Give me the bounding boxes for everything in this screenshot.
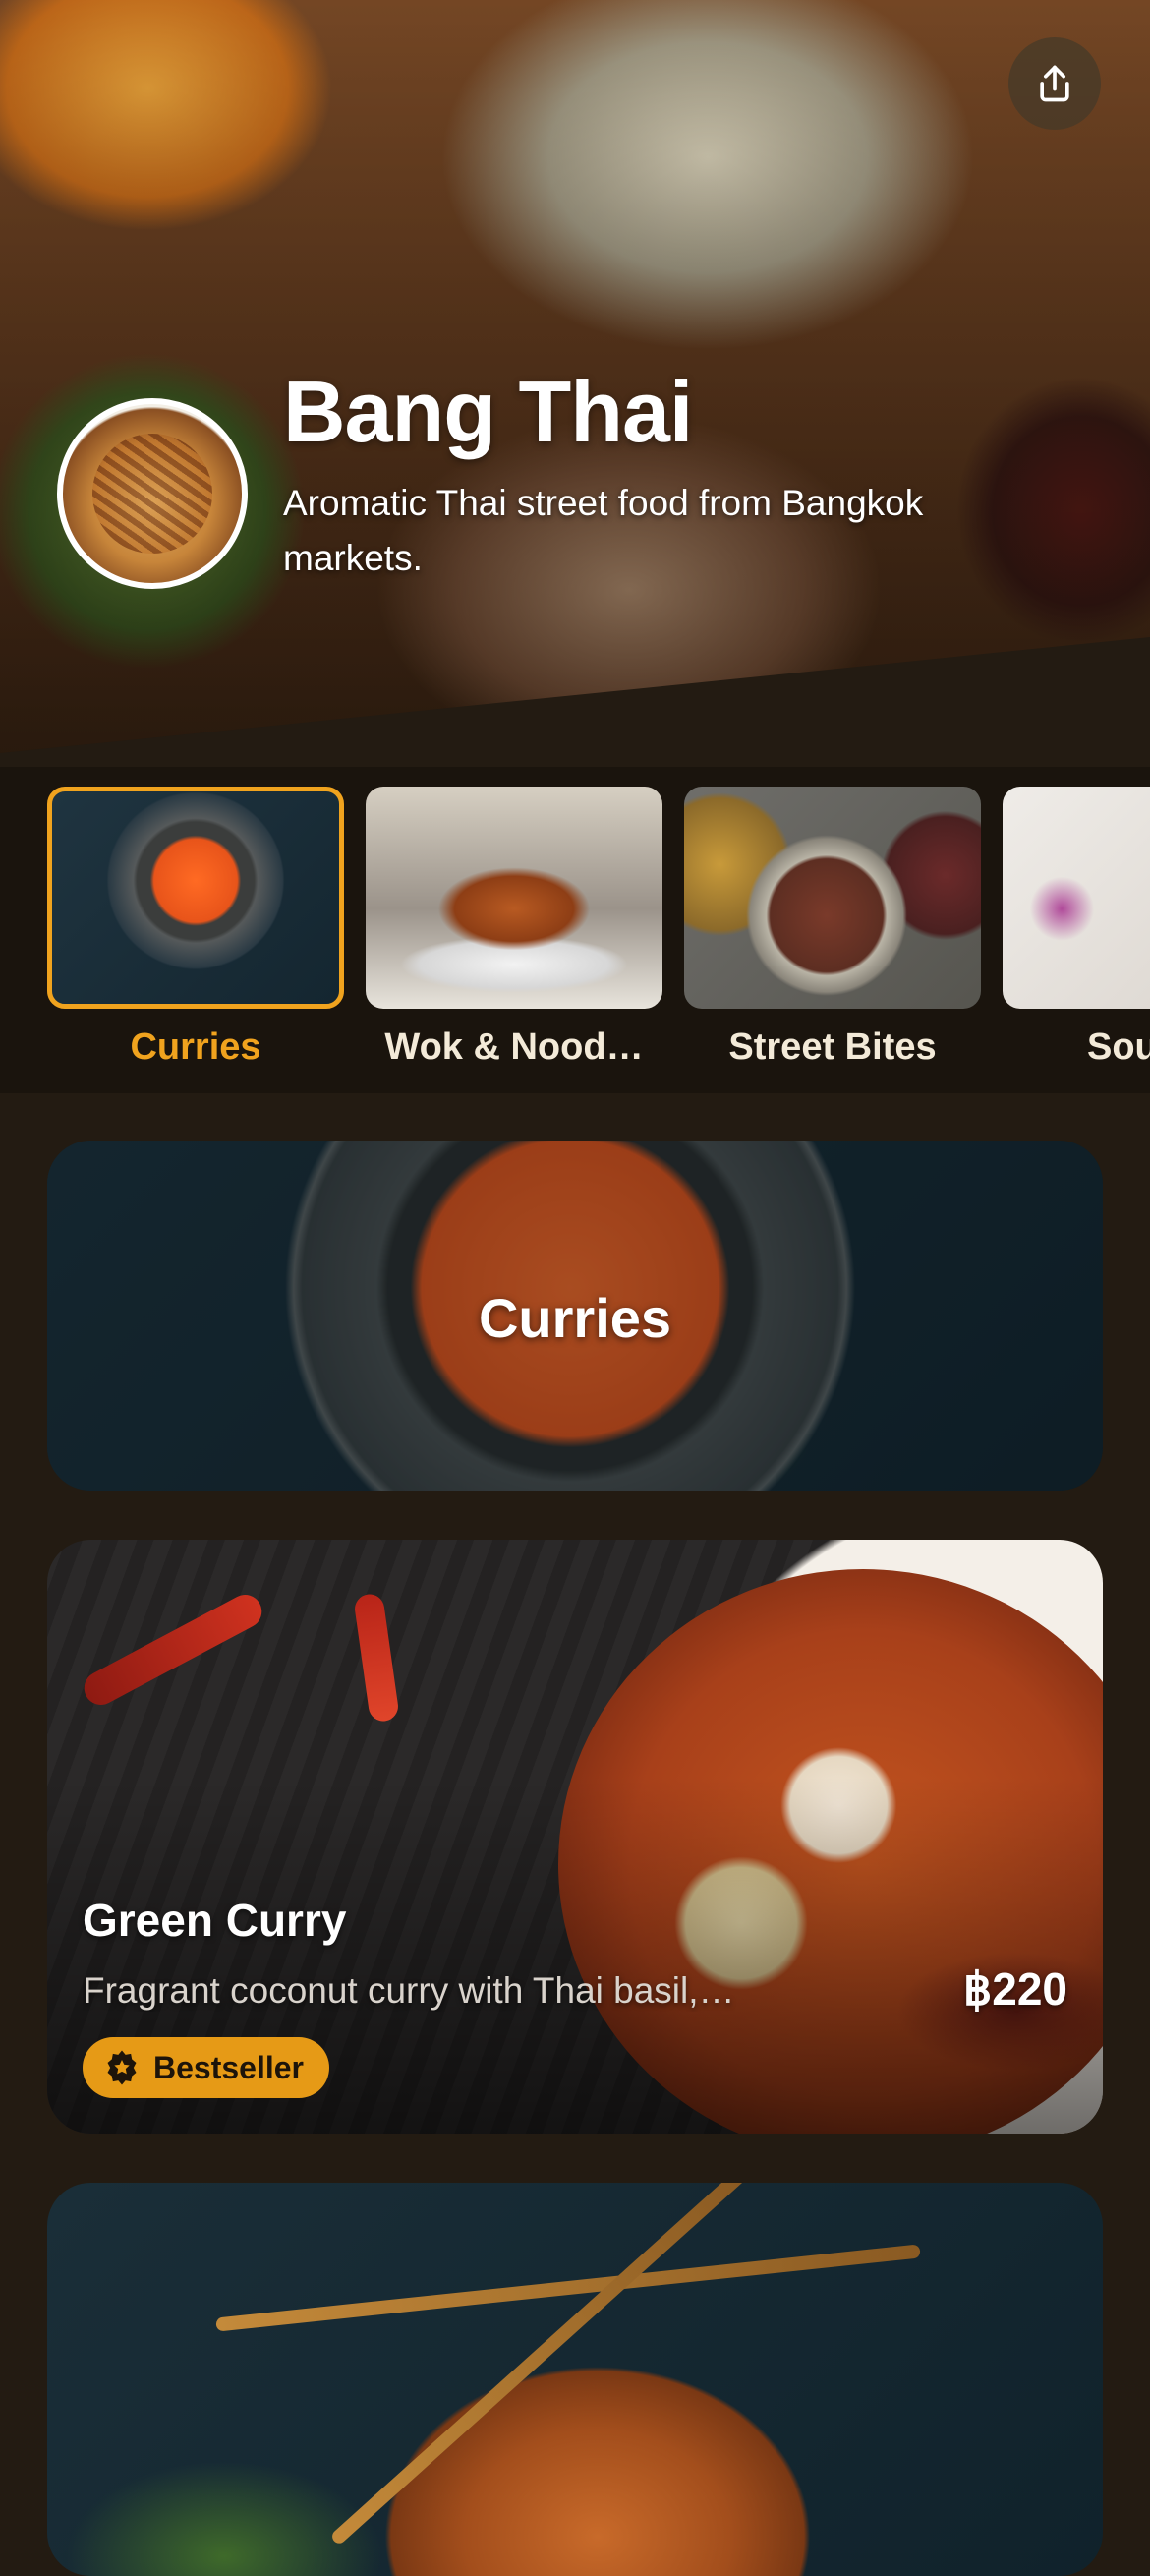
- category-label: Street Bites: [728, 1026, 937, 1068]
- category-label: Sou: [1087, 1026, 1150, 1068]
- category-label: Wok & Nood…: [384, 1026, 644, 1068]
- menu-item-price: ฿220: [962, 1963, 1067, 2015]
- category-curries[interactable]: Curries: [47, 787, 344, 1069]
- category-soups-image: [1003, 787, 1150, 1009]
- category-soups[interactable]: Sou: [1003, 787, 1150, 1069]
- menu-item-card-next[interactable]: [47, 2183, 1103, 2576]
- chopstick-decoration: [215, 2244, 921, 2332]
- share-button[interactable]: [1008, 37, 1101, 130]
- category-wok-noodles-image: [366, 787, 662, 1009]
- badge-star-icon: [107, 2050, 137, 2085]
- restaurant-name: Bang Thai: [283, 363, 693, 460]
- hero-banner: Bang Thai Aromatic Thai street food from…: [0, 0, 1150, 767]
- restaurant-tagline: Aromatic Thai street food from Bangkok m…: [283, 483, 924, 578]
- menu-item-card[interactable]: Green Curry Fragrant coconut curry with …: [47, 1540, 1103, 2134]
- category-curries-image: [47, 787, 344, 1009]
- category-street-bites-image: [684, 787, 981, 1009]
- menu-item-description: Fragrant coconut curry with Thai basil,…: [83, 1970, 735, 2011]
- category-street-bites[interactable]: Street Bites: [684, 787, 981, 1069]
- menu-item-name: Green Curry: [83, 1895, 347, 1946]
- section-title: Curries: [478, 1287, 672, 1349]
- badge-label: Bestseller: [153, 2049, 304, 2085]
- share-icon: [1040, 65, 1069, 102]
- category-label: Curries: [130, 1026, 261, 1068]
- chopstick-decoration: [329, 2183, 748, 2547]
- restaurant-logo: [57, 398, 248, 589]
- category-strip[interactable]: Curries Wok & Nood… Street Bites Sou: [0, 767, 1150, 1093]
- bestseller-badge: Bestseller: [83, 2037, 329, 2098]
- category-wok-noodles[interactable]: Wok & Nood…: [366, 787, 662, 1069]
- section-banner-curries: Curries: [47, 1141, 1103, 1491]
